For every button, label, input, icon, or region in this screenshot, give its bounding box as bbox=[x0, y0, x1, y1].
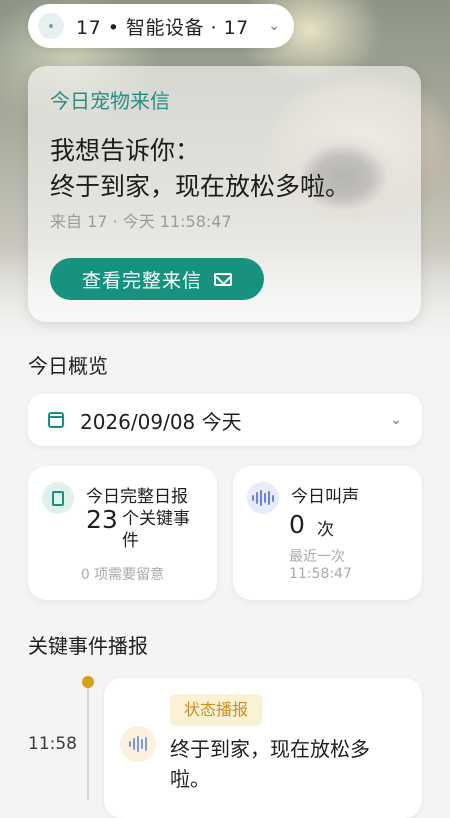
date-label: 2026/09/08 今天 bbox=[80, 409, 242, 434]
bark-last-label: 最近一次 bbox=[289, 549, 345, 565]
chevron-down-icon: ⌄ bbox=[268, 18, 280, 34]
bark-card[interactable]: 今日叫声 0 次 最近一次 11:58:47 bbox=[233, 466, 422, 600]
event-card[interactable]: 状态播报 终于到家，现在放松多啦。 bbox=[104, 678, 422, 818]
timeline-line bbox=[87, 682, 89, 800]
report-title: 今日完整日报 bbox=[86, 487, 188, 507]
mail-icon bbox=[214, 272, 232, 286]
timeline-dot bbox=[82, 676, 94, 688]
event-text: 终于到家，现在放松多啦。 bbox=[170, 737, 370, 791]
sound-wave-icon bbox=[120, 726, 156, 762]
report-icon bbox=[42, 482, 74, 514]
status-badge: 状态播报 bbox=[170, 694, 263, 726]
date-selector[interactable]: 2026/09/08 今天 ⌄ bbox=[28, 394, 422, 446]
view-full-letter-button[interactable]: 查看完整来信 bbox=[50, 258, 264, 300]
letter-body-line1: 我想告诉你： bbox=[50, 136, 201, 165]
report-unit: 个关键事件 bbox=[122, 509, 190, 551]
bark-title: 今日叫声 bbox=[291, 487, 359, 507]
chevron-down-icon: ⌄ bbox=[390, 412, 402, 428]
device-selector-label: 17 • 智能设备 · 17 bbox=[76, 16, 249, 39]
view-full-letter-label: 查看完整来信 bbox=[81, 270, 202, 292]
bark-count: 0 bbox=[289, 510, 305, 539]
letter-meta: 来自 17 · 今天 11:58:47 bbox=[50, 212, 232, 231]
key-events-title: 关键事件播报 bbox=[28, 634, 148, 658]
daily-report-card[interactable]: 今日完整日报 23 个关键事件 0 项需要留意 bbox=[28, 466, 217, 600]
bark-last-time: 11:58:47 bbox=[289, 566, 352, 582]
sound-wave-icon bbox=[247, 482, 279, 514]
bark-unit: 次 bbox=[317, 520, 334, 540]
pet-letter-card: 今日宠物来信 我想告诉你： 终于到家，现在放松多啦。 来自 17 · 今天 11… bbox=[28, 66, 421, 322]
device-selector[interactable]: 17 • 智能设备 · 17 ⌄ bbox=[28, 4, 294, 48]
event-time: 11:58 bbox=[28, 734, 77, 754]
letter-body-line2: 终于到家，现在放松多啦。 bbox=[50, 172, 351, 201]
report-sub: 0 项需要留意 bbox=[80, 567, 165, 583]
calendar-icon bbox=[48, 412, 64, 428]
letter-title: 今日宠物来信 bbox=[50, 89, 170, 113]
device-avatar bbox=[38, 13, 64, 39]
report-count: 23 bbox=[86, 505, 118, 534]
overview-title: 今日概览 bbox=[28, 354, 108, 378]
